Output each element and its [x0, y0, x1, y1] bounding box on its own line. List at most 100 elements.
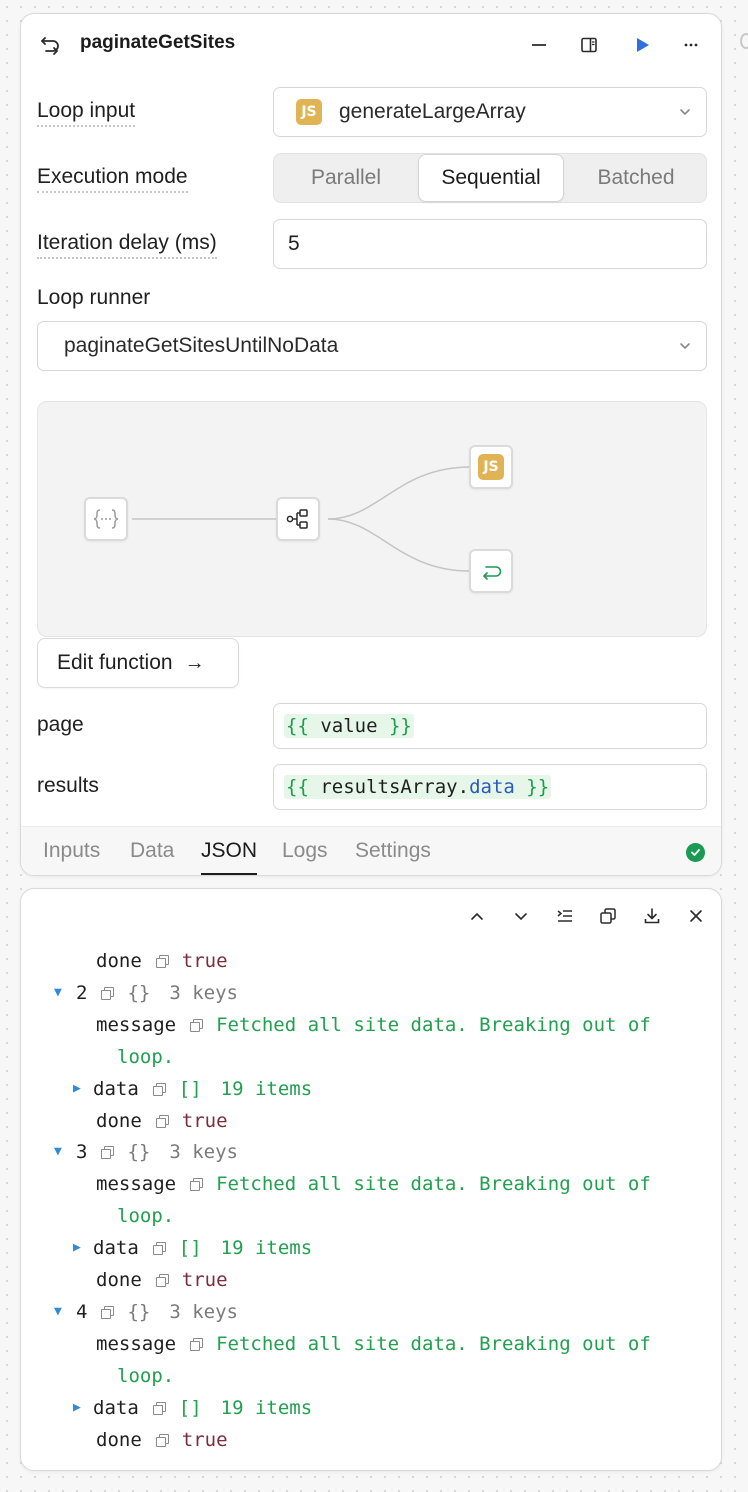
mode-option-sequential[interactable]: Sequential [418, 154, 564, 202]
scroll-down-button[interactable] [508, 903, 534, 929]
copy-icon[interactable] [101, 1146, 115, 1160]
json-value: Fetched all site data. Breaking out of [216, 1013, 651, 1036]
connector-handle[interactable] [740, 33, 748, 49]
json-line[interactable]: ▶ data [] 19 items [73, 1236, 312, 1260]
collapse-all-button[interactable] [552, 903, 578, 929]
json-key: message [96, 1013, 177, 1036]
minimize-button[interactable] [524, 30, 554, 60]
tab-json[interactable]: JSON [201, 837, 258, 875]
execution-mode-segmented: Parallel Sequential Batched [273, 153, 707, 203]
more-options-button[interactable] [676, 30, 706, 60]
copy-icon[interactable] [152, 1082, 166, 1096]
tab-data[interactable]: Data [130, 837, 174, 865]
copy-json-button[interactable] [595, 903, 621, 929]
json-line[interactable]: ▼ 2 {} 3 keys [54, 981, 238, 1005]
copy-icon[interactable] [152, 1401, 166, 1415]
js-icon: JS [296, 99, 322, 125]
json-key: done [96, 1109, 142, 1132]
bottom-tabs: Inputs Data JSON Logs Settings [21, 826, 721, 875]
json-key: message [96, 1173, 177, 1196]
copy-icon[interactable] [155, 1114, 169, 1128]
mode-option-parallel[interactable]: Parallel [274, 154, 418, 202]
loop-runner-select[interactable]: paginateGetSitesUntilNoData [37, 321, 707, 371]
graph-node-branch[interactable] [276, 497, 320, 541]
loop-input-select[interactable]: JS generateLargeArray [273, 87, 707, 137]
json-line: done true [96, 1428, 228, 1452]
json-key: 2 [76, 981, 88, 1004]
json-line[interactable]: ▼ 3 {} 3 keys [54, 1140, 238, 1164]
json-line[interactable]: ▶ data [] 19 items [73, 1396, 312, 1420]
graph-node-return[interactable] [469, 549, 513, 593]
scroll-up-button[interactable] [464, 903, 490, 929]
expr-close: }} [377, 715, 412, 737]
json-key: 4 [76, 1300, 88, 1323]
copy-icon[interactable] [101, 986, 115, 1000]
edit-function-button[interactable]: Edit function → [37, 638, 239, 688]
json-line[interactable]: ▶ data [] 19 items [73, 1077, 312, 1101]
json-key: done [96, 1269, 142, 1291]
chevron-down-icon [680, 343, 690, 350]
json-value: [] [178, 1077, 202, 1100]
run-button[interactable] [627, 30, 657, 60]
tab-logs[interactable]: Logs [282, 837, 328, 865]
caret-down-icon[interactable]: ▼ [54, 1140, 70, 1164]
download-json-button[interactable] [639, 903, 665, 929]
json-key: done [96, 950, 142, 972]
loop-runner-label: Loop runner [37, 286, 151, 309]
tab-settings[interactable]: Settings [355, 837, 431, 865]
loop-runner-value: paginateGetSitesUntilNoData [64, 334, 339, 357]
caret-right-icon[interactable]: ▶ [73, 1396, 89, 1420]
expr-ident: resultsArray [320, 776, 458, 798]
json-value: Fetched all site data. Breaking out of [216, 1332, 651, 1355]
json-line: message Fetched all site data. Breaking o… [96, 1332, 651, 1356]
json-value: true [181, 1428, 228, 1451]
execution-mode-label: Execution mode [37, 164, 188, 193]
graph-node-js[interactable]: JS [469, 445, 513, 489]
mode-option-batched[interactable]: Batched [564, 154, 708, 202]
copy-icon[interactable] [190, 1018, 204, 1032]
caret-down-icon[interactable]: ▼ [54, 1300, 70, 1324]
caret-right-icon[interactable]: ▶ [73, 1236, 89, 1260]
toggle-sidebar-button[interactable] [574, 30, 604, 60]
graph-node-input[interactable] [84, 497, 128, 541]
copy-icon[interactable] [152, 1242, 166, 1256]
json-line: done true [96, 1268, 228, 1292]
graph-edges [132, 466, 471, 572]
copy-icon[interactable] [101, 1305, 115, 1319]
sidebar-panel-icon [581, 37, 597, 53]
copy-icon[interactable] [190, 1178, 204, 1192]
json-value: true [181, 1109, 228, 1132]
json-key: data [93, 1237, 139, 1260]
edit-function-label: Edit function [57, 651, 173, 674]
ellipsis-icon [684, 43, 698, 47]
copy-icon[interactable] [190, 1337, 204, 1351]
branch-icon [286, 509, 308, 529]
json-line: done true [96, 949, 228, 973]
json-viewer-panel: done true ▼ 2 {} 3 keys message Fetched all sit… [20, 888, 722, 1471]
json-line[interactable]: ▼ 4 {} 3 keys [54, 1300, 238, 1324]
iteration-delay-input[interactable]: 5 [273, 219, 707, 269]
json-value: loop. [117, 1205, 175, 1228]
param-input-page[interactable]: {{ value }} [273, 703, 707, 749]
close-json-button[interactable] [683, 903, 709, 929]
loop-icon [41, 37, 59, 55]
param-input-results[interactable]: {{ resultsArray.data }} [273, 764, 707, 810]
arrow-right-icon: → [184, 651, 205, 674]
caret-down-icon[interactable]: ▼ [54, 981, 70, 1005]
param-expression-page: {{ value }} [284, 714, 414, 738]
json-line: done true [96, 1109, 228, 1133]
loop-runner-graph[interactable]: JS [37, 401, 707, 637]
js-icon: JS [478, 454, 504, 480]
tab-inputs[interactable]: Inputs [43, 837, 100, 865]
copy-icon[interactable] [155, 1433, 169, 1447]
chevron-down-icon [680, 109, 690, 116]
panel-header: paginateGetSites [21, 14, 721, 76]
block-title[interactable]: paginateGetSites [80, 32, 235, 54]
json-line: loop. [117, 1204, 174, 1228]
copy-icon[interactable] [155, 1274, 169, 1287]
json-count: 19 items [220, 1237, 313, 1260]
loop-input-value: generateLargeArray [339, 100, 526, 123]
copy-icon[interactable] [155, 955, 169, 968]
expr-ident: value [320, 715, 378, 737]
caret-right-icon[interactable]: ▶ [73, 1077, 89, 1101]
